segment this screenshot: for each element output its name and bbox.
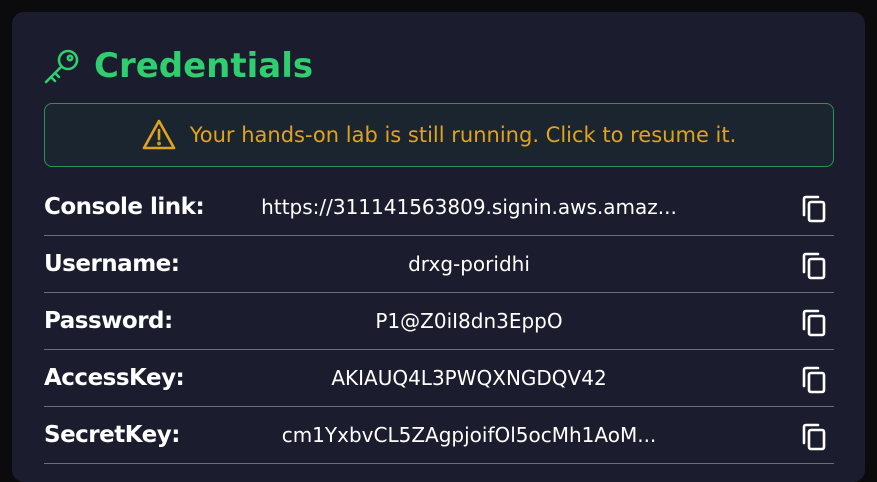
credentials-list: Console link: https://311141563809.signi… [44,179,834,464]
credential-value: P1@Z0iI8dn3EppO [375,309,563,333]
key-icon [44,49,79,84]
credential-value: https://311141563809.signin.aws.amaz... [261,195,677,219]
copy-icon [802,252,826,280]
credential-value: cm1YxbvCL5ZAgpjoifOl5ocMh1AoM... [281,423,657,447]
credential-value: AKIAUQ4L3PWQXNGDQV42 [331,366,607,390]
credential-label: AccessKey: [44,365,185,391]
credentials-panel: Credentials Your hands-on lab is still r… [12,12,865,482]
credential-row-username: Username: drxg-poridhi [44,236,834,293]
credentials-header: Credentials [42,44,313,88]
copy-icon [802,195,826,223]
credential-label: Console link: [44,194,205,220]
credential-row-console-link: Console link: https://311141563809.signi… [44,179,834,236]
copy-button[interactable] [798,421,830,453]
copy-button[interactable] [798,250,830,282]
resume-lab-message: Your hands-on lab is still running. Clic… [189,123,737,147]
copy-icon [802,366,826,394]
resume-lab-banner[interactable]: Your hands-on lab is still running. Clic… [44,103,834,167]
copy-icon [802,423,826,451]
credential-row-password: Password: P1@Z0iI8dn3EppO [44,293,834,350]
credential-row-secret-key: SecretKey: cm1YxbvCL5ZAgpjoifOl5ocMh1AoM… [44,407,834,464]
credential-label: Password: [44,308,173,334]
credential-row-access-key: AccessKey: AKIAUQ4L3PWQXNGDQV42 [44,350,834,407]
credential-label: Username: [44,251,180,277]
credential-value: drxg-poridhi [408,252,530,276]
page-title: Credentials [94,46,314,86]
copy-button[interactable] [798,193,830,225]
credential-label: SecretKey: [44,422,180,448]
copy-icon [802,309,826,337]
copy-button[interactable] [798,364,830,396]
warning-icon [142,119,176,150]
copy-button[interactable] [798,307,830,339]
